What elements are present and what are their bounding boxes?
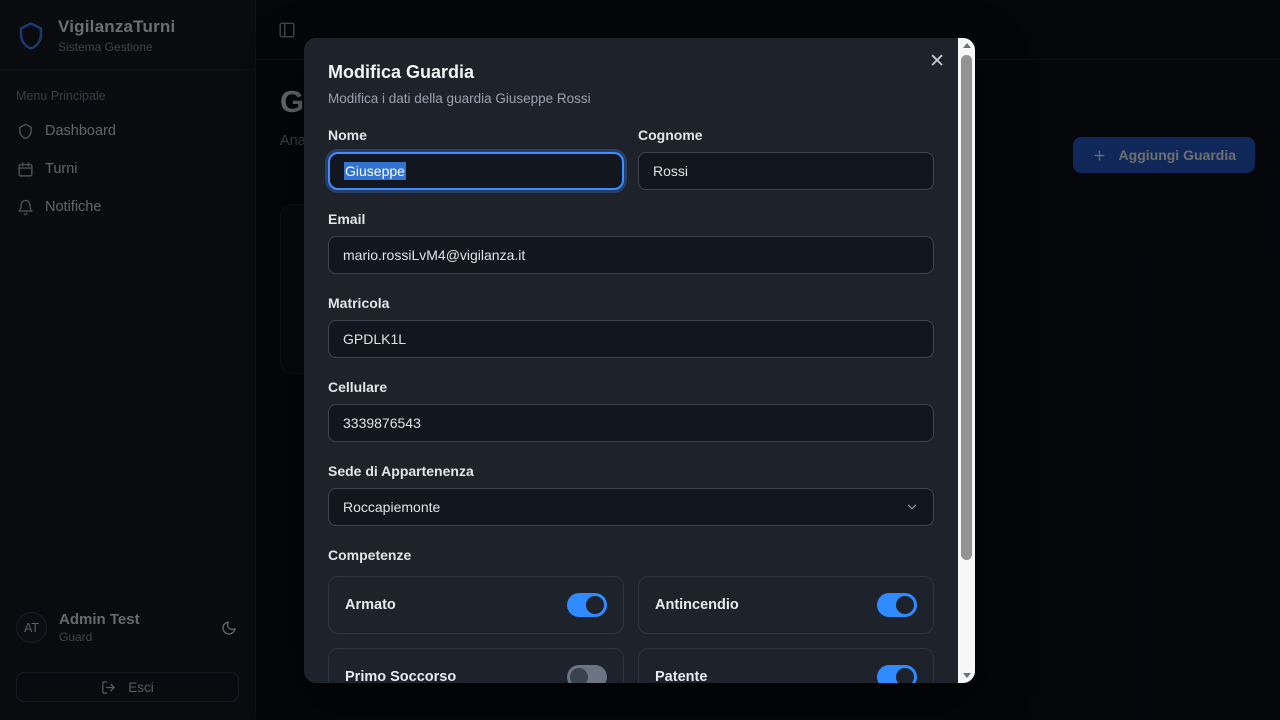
modal-scrollbar[interactable] [958, 38, 975, 683]
modal-subtitle: Modifica i dati della guardia Giuseppe R… [328, 90, 934, 108]
close-icon[interactable]: ✕ [929, 52, 945, 71]
competenza-label: Primo Soccorso [345, 669, 456, 683]
competenza-label: Patente [655, 669, 707, 683]
modal-title: Modifica Guardia [328, 60, 934, 84]
competenza-armato: Armato [328, 576, 624, 634]
sede-selected-value: Roccapiemonte [343, 499, 440, 515]
sede-select[interactable]: Roccapiemonte [328, 488, 934, 526]
armato-toggle[interactable] [567, 593, 607, 617]
edit-guard-modal: Modifica Guardia Modifica i dati della g… [304, 38, 975, 683]
competenza-label: Antincendio [655, 597, 739, 613]
competenza-antincendio: Antincendio [638, 576, 934, 634]
email-field[interactable] [328, 236, 934, 274]
toggle-knob [896, 668, 914, 683]
cognome-field[interactable] [638, 152, 934, 190]
primo-soccorso-toggle[interactable] [567, 665, 607, 683]
scrollbar-thumb[interactable] [961, 55, 972, 560]
toggle-knob [570, 668, 588, 683]
chevron-down-icon [905, 500, 919, 514]
nome-field[interactable]: Giuseppe [328, 152, 624, 190]
app-root: VigilanzaTurni Sistema Gestione Menu Pri… [0, 0, 1280, 720]
matricola-label: Matricola [328, 295, 934, 312]
nome-label: Nome [328, 127, 624, 144]
patente-toggle[interactable] [877, 665, 917, 683]
toggle-knob [896, 596, 914, 614]
scrollbar-up-arrow[interactable] [958, 38, 975, 53]
competenza-patente: Patente [638, 648, 934, 683]
cellulare-label: Cellulare [328, 379, 934, 396]
competenze-label: Competenze [328, 547, 934, 564]
cellulare-field[interactable] [328, 404, 934, 442]
sede-label: Sede di Appartenenza [328, 463, 934, 480]
scrollbar-down-arrow[interactable] [958, 668, 975, 683]
competenze-grid: Armato Antincendio Primo Soccorso Patent… [328, 576, 934, 683]
toggle-knob [586, 596, 604, 614]
competenza-label: Armato [345, 597, 396, 613]
competenza-primo-soccorso: Primo Soccorso [328, 648, 624, 683]
nome-selected-text: Giuseppe [344, 162, 406, 180]
antincendio-toggle[interactable] [877, 593, 917, 617]
cognome-label: Cognome [638, 127, 934, 144]
modal-content: Modifica Guardia Modifica i dati della g… [304, 38, 958, 683]
email-label: Email [328, 211, 934, 228]
matricola-field[interactable] [328, 320, 934, 358]
